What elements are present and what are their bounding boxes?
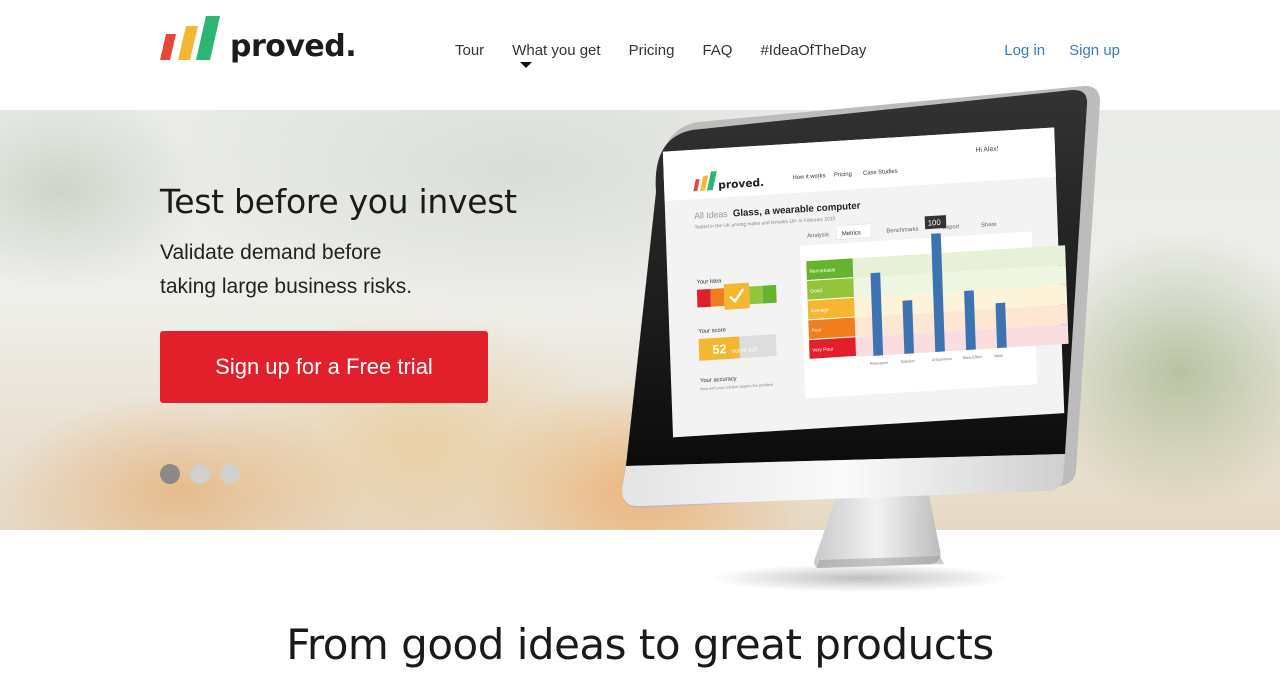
screen-tab-metrics: Metrics bbox=[842, 230, 861, 237]
screen-nav-pricing: Pricing bbox=[834, 172, 852, 179]
nav-faq[interactable]: FAQ bbox=[702, 42, 732, 59]
auth-links: Log in Sign up bbox=[980, 42, 1120, 59]
carousel-dot-3[interactable] bbox=[220, 464, 240, 484]
metric-bar bbox=[995, 302, 1007, 349]
carousel-dot-2[interactable] bbox=[190, 464, 210, 484]
carousel-dots bbox=[160, 464, 250, 484]
nav-idea-of-the-day[interactable]: #IdeaOfTheDay bbox=[760, 42, 866, 59]
nav-what-you-get-label: What you get bbox=[512, 42, 601, 59]
nav-tour[interactable]: Tour bbox=[455, 42, 484, 59]
monitor-illustration: Hi Alex! proved. How it works Pricing Ca… bbox=[622, 85, 1100, 592]
login-link[interactable]: Log in bbox=[1004, 42, 1045, 59]
rating-level-label: Poor bbox=[811, 327, 822, 334]
screen-all-ideas: All Ideas bbox=[694, 209, 728, 221]
free-trial-button[interactable]: Sign up for a Free trial bbox=[160, 331, 488, 403]
hero-subtitle-line1: Validate demand before bbox=[160, 241, 382, 264]
bar-tooltip-value: 100 bbox=[928, 218, 942, 228]
nav-pricing[interactable]: Pricing bbox=[629, 42, 675, 59]
screen-score: 52 bbox=[712, 342, 726, 357]
brand-name: proved. bbox=[230, 29, 357, 64]
section-title: From good ideas to great products bbox=[286, 620, 994, 669]
caret-down-icon bbox=[520, 62, 533, 68]
rating-level-label: Average bbox=[811, 307, 829, 314]
nav-what-you-get[interactable]: What you get bbox=[512, 42, 601, 68]
hero-subtitle: Validate demand before taking large busi… bbox=[160, 236, 520, 304]
signup-link[interactable]: Sign up bbox=[1069, 42, 1120, 59]
metric-bar-label: Value bbox=[993, 353, 1003, 359]
screen-tab-share: Share bbox=[981, 222, 997, 229]
metric-bar bbox=[902, 300, 915, 354]
hero-subtitle-line2: taking large business risks. bbox=[160, 275, 413, 298]
brand-logo[interactable]: proved. bbox=[160, 16, 357, 64]
carousel-dot-1[interactable] bbox=[160, 464, 180, 484]
logo-mark-icon bbox=[160, 16, 220, 60]
hero-title: Test before you invest bbox=[160, 182, 517, 221]
rating-level-label: Good bbox=[810, 288, 822, 295]
metric-bar-label: Solution bbox=[901, 358, 915, 364]
screen-user: Hi Alex! bbox=[975, 146, 998, 154]
main-nav: Tour What you get Pricing FAQ #IdeaOfThe… bbox=[455, 42, 894, 68]
